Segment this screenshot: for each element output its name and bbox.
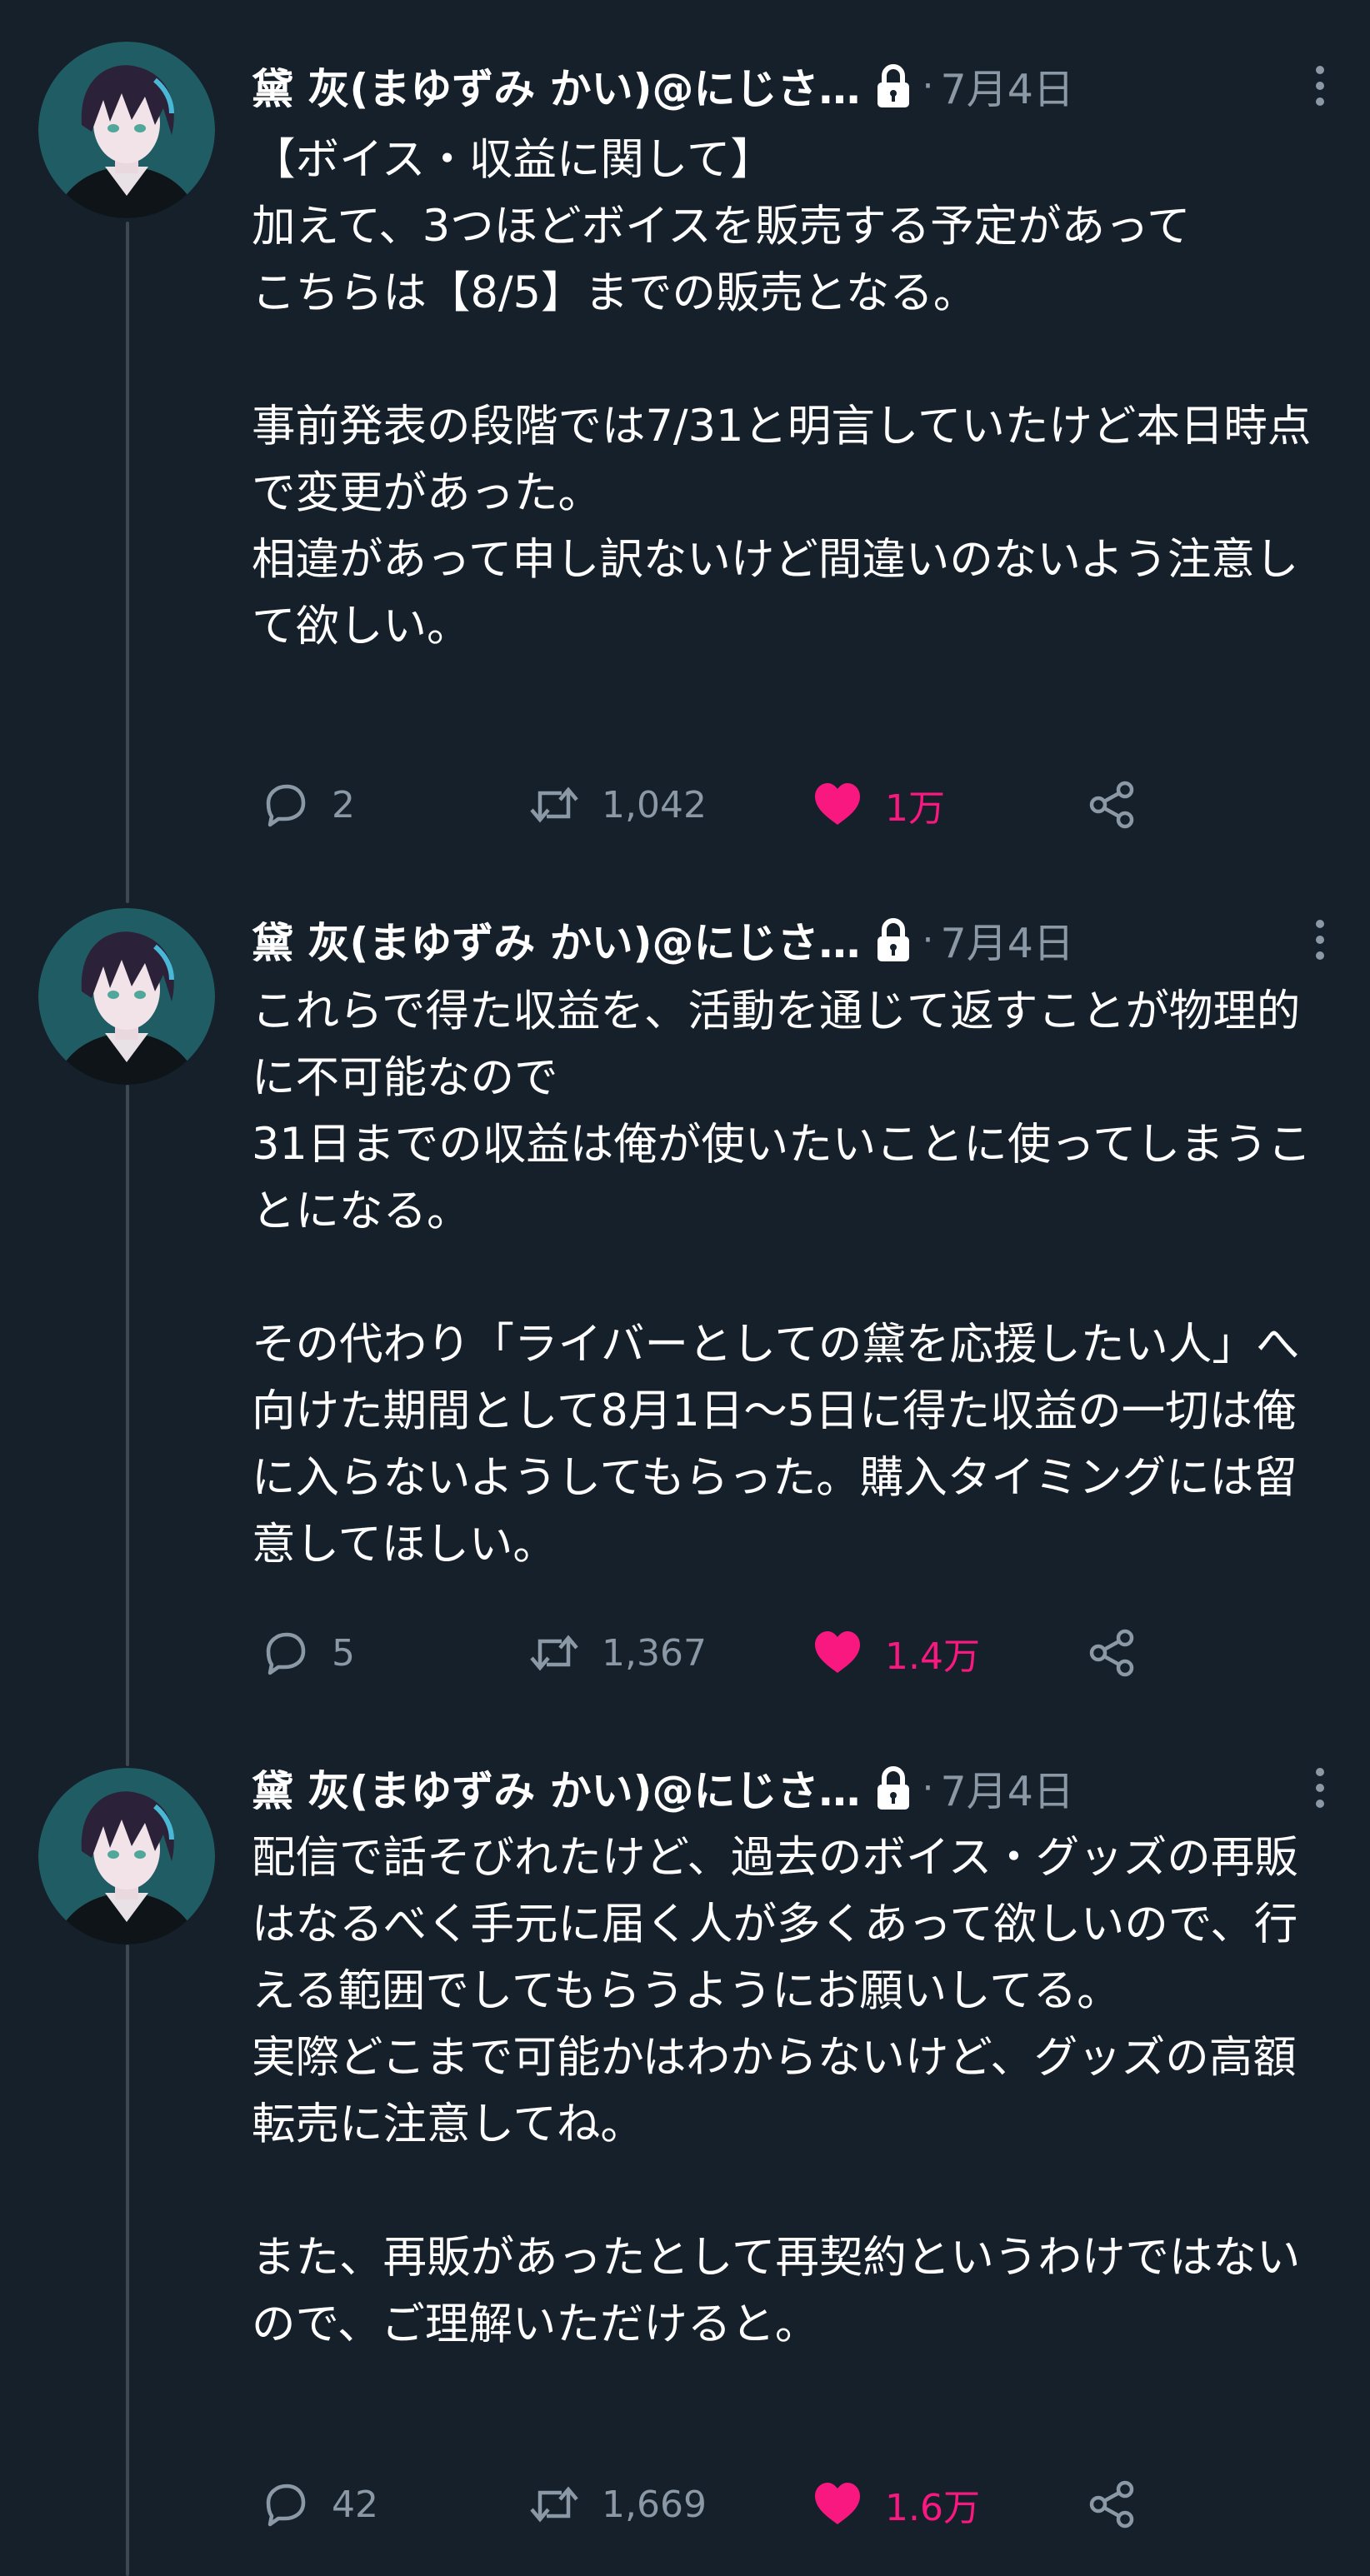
share-button[interactable]	[1087, 771, 1138, 838]
retweet-button[interactable]: 1,042	[528, 771, 707, 838]
lock-icon	[872, 1765, 914, 1811]
timestamp[interactable]: 7月4日	[941, 1759, 1074, 1818]
like-button[interactable]: 1万	[812, 771, 945, 838]
tweet-header: 黛 灰(まゆずみ かい)@にじさ… · 7月4日	[252, 50, 1337, 122]
thread-connector-line	[126, 222, 129, 903]
heart-icon	[815, 1631, 860, 1673]
retweet-icon	[530, 1635, 578, 1671]
reply-count: 42	[332, 2483, 378, 2526]
share-icon	[1089, 2480, 1134, 2529]
timestamp[interactable]: 7月4日	[941, 911, 1074, 970]
share-icon	[1089, 1629, 1134, 1677]
share-icon	[1089, 781, 1134, 829]
tweet-text: 【ボイス・収益に関して】 加えて、3つほどボイスを販売する予定があって こちらは…	[252, 134, 1312, 651]
display-name[interactable]: 黛 灰(まゆずみ かい)@にじさ…	[252, 910, 861, 970]
avatar-image	[38, 908, 215, 1085]
like-count: 1万	[885, 787, 945, 830]
retweet-icon	[530, 2486, 578, 2523]
avatar[interactable]	[38, 42, 215, 218]
retweet-button[interactable]: 1,367	[528, 1620, 707, 1686]
tweet-actions: 42 1,669 1.6万	[252, 2471, 1168, 2538]
more-vertical-icon[interactable]	[1303, 1755, 1337, 1821]
tweet-text: これらで得た収益を、活動を通じて返すことが物理的に不可能なので 31日までの収益…	[252, 986, 1312, 1570]
more-vertical-icon[interactable]	[1303, 906, 1337, 973]
heart-icon	[815, 2483, 860, 2524]
reply-icon	[266, 784, 306, 827]
separator-dot: ·	[922, 64, 934, 107]
tweet-text: 配信で話そびれたけど、過去のボイス・グッズの再販はなるべく手元に届く人が多くあっ…	[252, 1832, 1301, 2349]
timestamp[interactable]: 7月4日	[941, 57, 1074, 116]
reply-count: 2	[332, 783, 355, 826]
like-count: 1.6万	[885, 2487, 980, 2529]
share-button[interactable]	[1087, 1620, 1138, 1686]
reply-button[interactable]: 42	[260, 2471, 378, 2538]
reply-button[interactable]: 2	[260, 771, 355, 838]
lock-icon	[872, 916, 914, 963]
tweet-header: 黛 灰(まゆずみ かい)@にじさ… · 7月4日	[252, 904, 1337, 976]
like-count: 1.4万	[885, 1635, 980, 1678]
thread-connector-line	[126, 1944, 129, 2576]
tweet-header: 黛 灰(まゆずみ かい)@にじさ… · 7月4日	[252, 1752, 1337, 1824]
display-name[interactable]: 黛 灰(まゆずみ かい)@にじさ…	[252, 56, 861, 116]
reply-icon	[266, 1632, 306, 1675]
share-button[interactable]	[1087, 2471, 1138, 2538]
heart-icon	[815, 783, 860, 825]
like-button[interactable]: 1.4万	[812, 1620, 980, 1686]
reply-button[interactable]: 5	[260, 1620, 355, 1686]
separator-dot: ·	[922, 918, 934, 961]
avatar-image	[38, 1768, 215, 1944]
tweet-thread: 黛 灰(まゆずみ かい)@にじさ… · 7月4日 【ボイス・収益に関して】 加え…	[0, 0, 1370, 2576]
retweet-count: 1,367	[602, 1631, 707, 1675]
tweet-actions: 2 1,042 1万	[252, 771, 1168, 838]
retweet-button[interactable]: 1,669	[528, 2471, 707, 2538]
like-button[interactable]: 1.6万	[812, 2471, 980, 2538]
reply-icon	[266, 2484, 306, 2527]
thread-connector-line	[126, 1085, 129, 1766]
tweet-actions: 5 1,367 1.4万	[252, 1620, 1168, 1686]
retweet-icon	[530, 786, 578, 823]
lock-icon	[872, 62, 914, 109]
display-name[interactable]: 黛 灰(まゆずみ かい)@にじさ…	[252, 1758, 861, 1818]
avatar[interactable]	[38, 1768, 215, 1944]
more-vertical-icon[interactable]	[1303, 52, 1337, 119]
separator-dot: ·	[922, 1766, 934, 1810]
avatar-image	[38, 42, 215, 218]
reply-count: 5	[332, 1631, 355, 1675]
avatar[interactable]	[38, 908, 215, 1085]
retweet-count: 1,042	[602, 783, 707, 826]
retweet-count: 1,669	[602, 2483, 707, 2526]
